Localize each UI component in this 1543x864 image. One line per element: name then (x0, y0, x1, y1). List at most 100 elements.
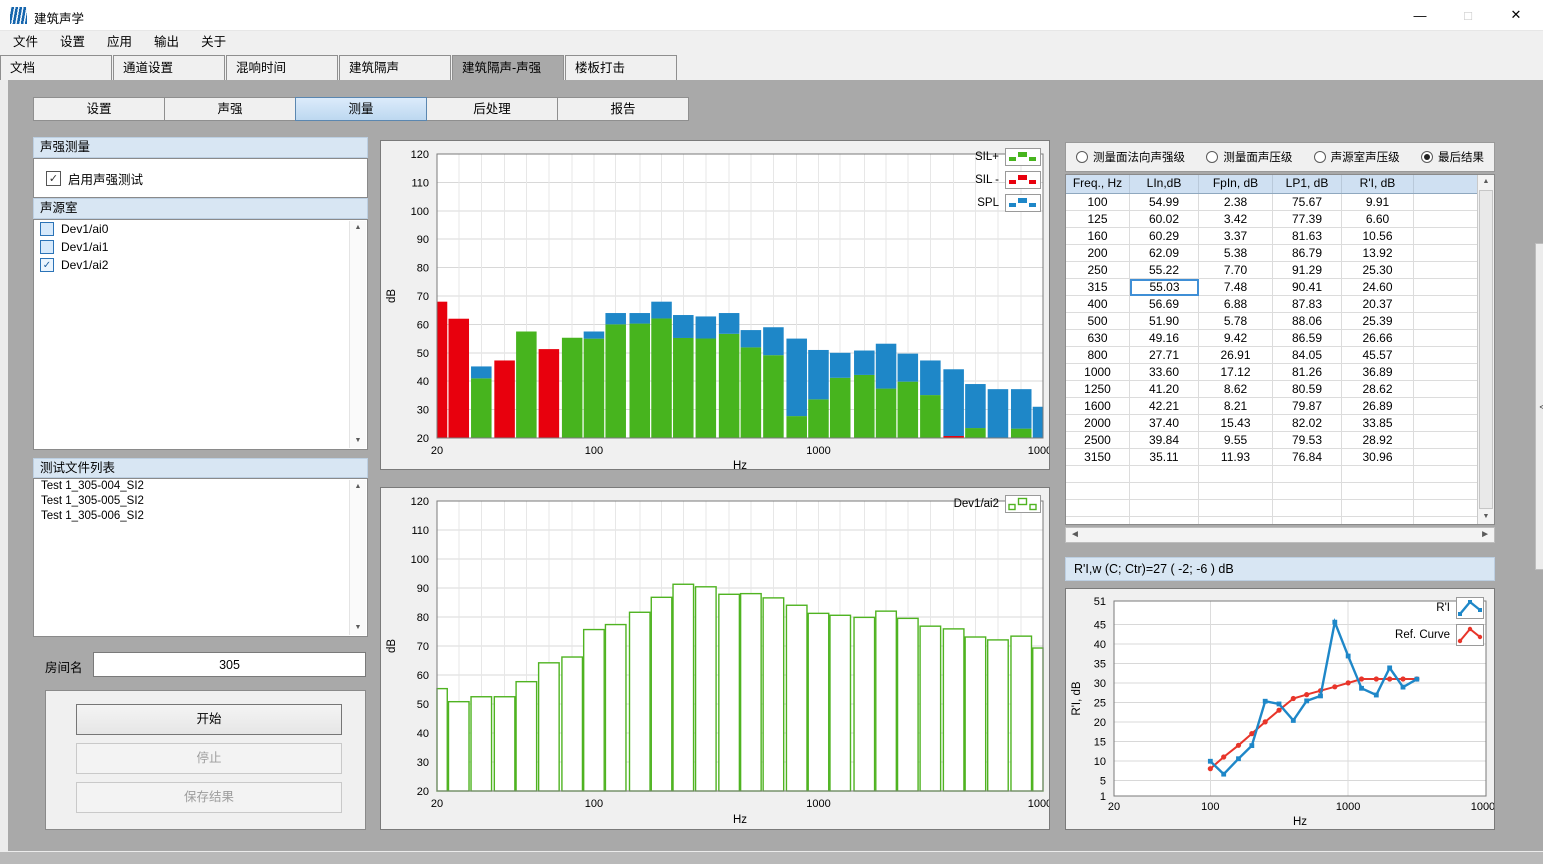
table-cell[interactable]: 2000 (1066, 415, 1130, 432)
table-cell[interactable]: 33.85 (1342, 415, 1414, 432)
table-cell-empty[interactable] (1130, 466, 1199, 483)
scroll-down-icon[interactable]: ▼ (355, 621, 362, 635)
table-cell[interactable]: 9.42 (1199, 330, 1273, 347)
start-button[interactable]: 开始 (76, 704, 342, 735)
table-cell[interactable]: 500 (1066, 313, 1130, 330)
channel-checkbox[interactable] (40, 240, 54, 254)
test-file-item[interactable]: Test 1_305-005_SI2 (34, 494, 367, 509)
table-cell-empty[interactable] (1066, 517, 1130, 525)
table-cell[interactable]: 54.99 (1130, 194, 1199, 211)
table-cell[interactable]: 800 (1066, 347, 1130, 364)
table-cell-empty[interactable] (1273, 500, 1342, 517)
table-cell[interactable]: 55.22 (1130, 262, 1199, 279)
table-cell[interactable] (1414, 398, 1479, 415)
scrollbar-thumb[interactable] (1479, 190, 1493, 509)
source-channel-list[interactable]: Dev1/ai0Dev1/ai1✓Dev1/ai2 ▲ ▼ (33, 219, 368, 450)
table-cell[interactable]: 100 (1066, 194, 1130, 211)
table-cell[interactable] (1414, 211, 1479, 228)
table-cell-empty[interactable] (1342, 517, 1414, 525)
table-cell-empty[interactable] (1342, 500, 1414, 517)
table-cell[interactable]: 79.53 (1273, 432, 1342, 449)
main-tab-4[interactable]: 建筑隔声-声强 (452, 55, 564, 80)
table-cell[interactable]: 90.41 (1273, 279, 1342, 296)
table-cell[interactable]: 28.62 (1342, 381, 1414, 398)
table-cell[interactable]: 62.09 (1130, 245, 1199, 262)
scroll-left-icon[interactable]: ◄ (1070, 528, 1080, 542)
sub-tab-0[interactable]: 设置 (33, 97, 165, 121)
table-cell[interactable]: 81.63 (1273, 228, 1342, 245)
radio-circle[interactable] (1421, 151, 1433, 163)
table-cell[interactable]: 8.62 (1199, 381, 1273, 398)
table-cell[interactable]: 9.55 (1199, 432, 1273, 449)
table-cell[interactable]: 26.89 (1342, 398, 1414, 415)
source-channel-item[interactable]: ✓Dev1/ai2 (34, 256, 367, 274)
channel-list-scrollbar[interactable]: ▲ ▼ (349, 221, 366, 448)
table-cell[interactable]: 49.16 (1130, 330, 1199, 347)
table-cell-empty[interactable] (1066, 466, 1130, 483)
sub-tab-3[interactable]: 后处理 (426, 97, 558, 121)
enable-intensity-checkbox[interactable]: ✓ (46, 171, 61, 186)
radio-option-1[interactable]: 测量面声压级 (1206, 149, 1292, 165)
table-cell-empty[interactable] (1199, 466, 1273, 483)
table-cell[interactable]: 1600 (1066, 398, 1130, 415)
table-cell-empty[interactable] (1414, 517, 1479, 525)
table-cell[interactable]: 87.83 (1273, 296, 1342, 313)
table-cell-empty[interactable] (1199, 500, 1273, 517)
radio-circle[interactable] (1314, 151, 1326, 163)
scroll-right-icon[interactable]: ► (1480, 528, 1490, 542)
table-cell-empty[interactable] (1414, 500, 1479, 517)
source-channel-item[interactable]: Dev1/ai0 (34, 220, 367, 238)
radio-option-2[interactable]: 声源室声压级 (1314, 149, 1400, 165)
table-cell[interactable]: 400 (1066, 296, 1130, 313)
table-cell[interactable]: 76.84 (1273, 449, 1342, 466)
table-cell[interactable]: 33.60 (1130, 364, 1199, 381)
table-cell[interactable]: 200 (1066, 245, 1130, 262)
table-cell[interactable]: 39.84 (1130, 432, 1199, 449)
table-cell[interactable] (1414, 228, 1479, 245)
test-file-item[interactable]: Test 1_305-006_SI2 (34, 509, 367, 524)
table-cell[interactable] (1414, 347, 1479, 364)
table-cell-empty[interactable] (1414, 483, 1479, 500)
table-cell[interactable]: 55.03 (1130, 279, 1199, 296)
radio-circle[interactable] (1076, 151, 1088, 163)
table-cell-empty[interactable] (1342, 483, 1414, 500)
table-cell[interactable] (1414, 262, 1479, 279)
table-cell[interactable]: 26.66 (1342, 330, 1414, 347)
table-cell[interactable]: 7.70 (1199, 262, 1273, 279)
source-channel-item[interactable]: Dev1/ai1 (34, 238, 367, 256)
table-cell[interactable]: 25.30 (1342, 262, 1414, 279)
table-cell[interactable]: 3150 (1066, 449, 1130, 466)
table-cell-empty[interactable] (1066, 500, 1130, 517)
collapse-panel-button[interactable]: < (1535, 243, 1543, 570)
table-cell[interactable]: 11.93 (1199, 449, 1273, 466)
minimize-button[interactable]: — (1397, 0, 1443, 30)
table-cell[interactable]: 35.11 (1130, 449, 1199, 466)
table-cell[interactable] (1414, 296, 1479, 313)
radio-option-0[interactable]: 测量面法向声强级 (1076, 149, 1185, 165)
table-cell[interactable]: 2.38 (1199, 194, 1273, 211)
radio-option-3[interactable]: 最后结果 (1421, 149, 1484, 165)
main-tab-5[interactable]: 楼板打击 (565, 55, 677, 80)
main-tab-3[interactable]: 建筑隔声 (339, 55, 451, 80)
table-cell[interactable]: 45.57 (1342, 347, 1414, 364)
table-cell[interactable]: 86.59 (1273, 330, 1342, 347)
channel-checkbox[interactable]: ✓ (40, 258, 54, 272)
table-cell[interactable]: 315 (1066, 279, 1130, 296)
table-cell[interactable]: 27.71 (1130, 347, 1199, 364)
table-cell[interactable]: 3.37 (1199, 228, 1273, 245)
table-cell[interactable]: 5.38 (1199, 245, 1273, 262)
table-cell[interactable]: 24.60 (1342, 279, 1414, 296)
scroll-down-icon[interactable]: ▼ (355, 434, 362, 448)
close-button[interactable]: ✕ (1493, 0, 1539, 30)
scroll-up-icon[interactable]: ▲ (1483, 175, 1490, 189)
table-cell-empty[interactable] (1130, 483, 1199, 500)
table-cell[interactable]: 25.39 (1342, 313, 1414, 330)
menu-item-1[interactable]: 设置 (49, 31, 96, 54)
table-cell[interactable]: 30.96 (1342, 449, 1414, 466)
table-cell[interactable]: 5.78 (1199, 313, 1273, 330)
main-tab-1[interactable]: 通道设置 (113, 55, 225, 80)
table-cell[interactable]: 17.12 (1199, 364, 1273, 381)
table-cell[interactable] (1414, 364, 1479, 381)
table-cell-empty[interactable] (1273, 483, 1342, 500)
table-cell[interactable]: 37.40 (1130, 415, 1199, 432)
